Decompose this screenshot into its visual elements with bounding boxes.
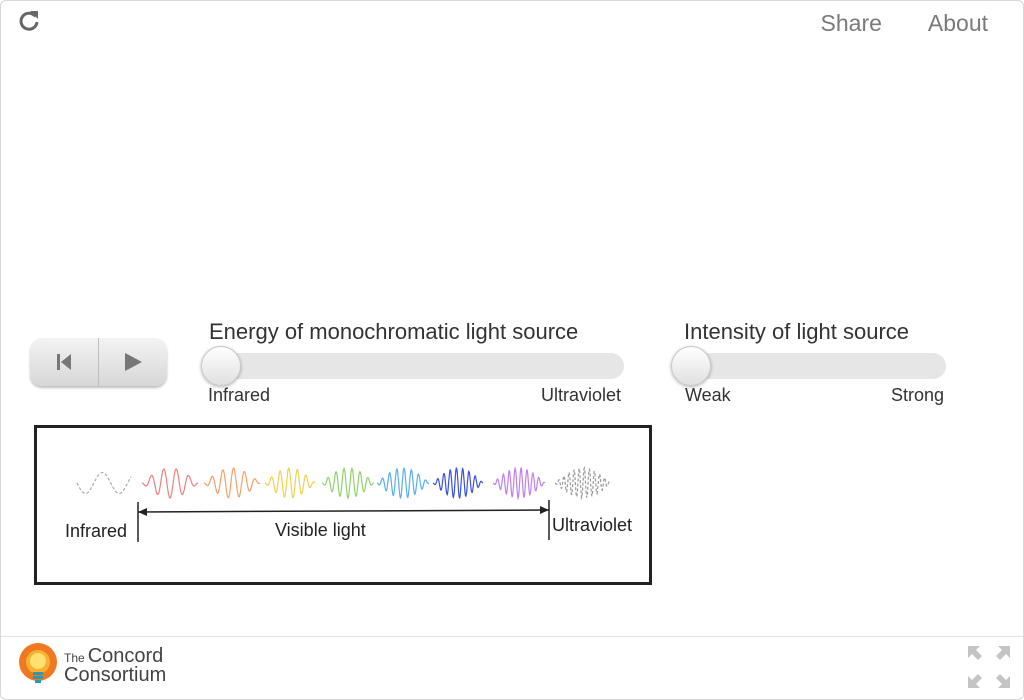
wave-packet — [141, 468, 199, 499]
visible-light-label: Visible light — [275, 520, 366, 540]
wave-packet — [321, 467, 375, 500]
fullscreen-icon[interactable] — [966, 644, 1012, 690]
reload-icon[interactable] — [16, 8, 42, 34]
intensity-min-label: Weak — [685, 385, 731, 405]
top-nav: Share About — [821, 10, 988, 37]
play-icon — [125, 353, 142, 371]
concord-consortium-logo[interactable]: The Concord Consortium — [16, 642, 166, 690]
energy-min-label: Infrared — [208, 385, 271, 405]
energy-slider-title: Energy of monochromatic light source — [209, 319, 579, 344]
footer-divider — [1, 636, 1023, 637]
energy-slider-thumb[interactable] — [201, 346, 241, 386]
wave-packet — [76, 471, 132, 495]
playback-controls — [30, 338, 167, 386]
wave-packet — [492, 466, 546, 501]
spectrum-illustration: Infrared Visible light Ultraviolet — [34, 425, 652, 585]
infrared-label: Infrared — [65, 521, 127, 541]
play-button[interactable] — [98, 338, 167, 386]
intensity-slider-title: Intensity of light source — [684, 319, 910, 344]
intensity-slider-track[interactable] — [672, 353, 946, 379]
wave-packet — [203, 467, 261, 499]
lightbulb-icon — [19, 643, 57, 683]
share-link[interactable]: Share — [821, 10, 882, 37]
logo-line2: Consortium — [64, 664, 167, 686]
intensity-max-label: Strong — [891, 385, 945, 405]
energy-max-label: Ultraviolet — [541, 385, 622, 405]
logo-line1: Concord — [87, 645, 164, 667]
wave-packet — [264, 467, 316, 499]
wave-packet — [376, 467, 430, 500]
ultraviolet-label: Ultraviolet — [552, 515, 632, 535]
wave-packet — [432, 466, 484, 500]
intensity-slider-thumb[interactable] — [671, 346, 711, 386]
reset-button[interactable] — [30, 338, 98, 386]
skip-back-icon — [57, 354, 71, 370]
about-link[interactable]: About — [928, 10, 988, 37]
energy-slider-track[interactable] — [202, 353, 624, 379]
wave-packet — [554, 466, 612, 500]
